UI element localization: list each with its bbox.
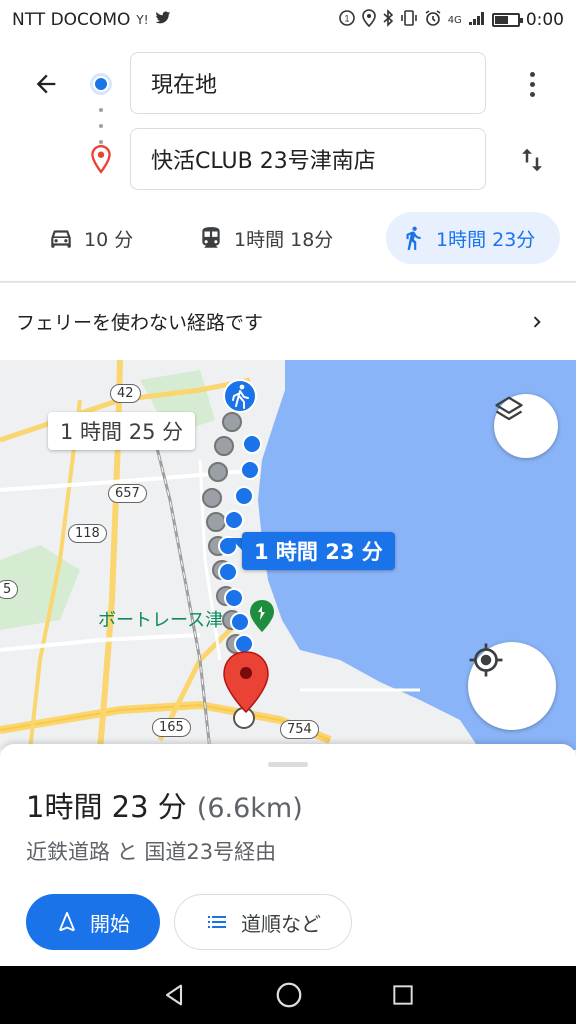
list-icon	[208, 916, 226, 928]
bluetooth-icon	[382, 9, 394, 31]
swap-vertical-icon	[522, 148, 542, 172]
ferry-notice[interactable]: フェリーを使わない経路です	[0, 282, 576, 360]
arrow-back-icon	[36, 74, 56, 94]
road-sign: 165	[152, 718, 191, 737]
location-icon	[361, 9, 376, 31]
route-duration: 1時間 23 分 (6.6km)	[26, 784, 303, 826]
tab-transit[interactable]: 1時間 18分	[184, 212, 347, 264]
vibrate-icon	[400, 9, 418, 31]
svg-text:1: 1	[344, 14, 349, 24]
walk-icon	[406, 226, 421, 250]
tab-walk-label: 1時間 23分	[436, 228, 536, 251]
my-location-icon	[469, 643, 503, 677]
clock: 0:00	[525, 10, 564, 30]
route-dots-icon	[99, 108, 103, 144]
route-summary-sheet[interactable]: 1時間 23 分 (6.6km) 近鉄道路 と 国道23号経由 開始 道順など	[0, 744, 576, 966]
ferry-notice-text: フェリーを使わない経路です	[16, 312, 264, 334]
steps-button[interactable]: 道順など	[174, 894, 352, 950]
car-icon	[51, 230, 71, 248]
steps-button-label: 道順など	[241, 911, 321, 936]
road-sign: 657	[108, 484, 147, 503]
yahoo-icon: Y!	[136, 13, 149, 27]
walk-start-marker	[223, 379, 257, 413]
alarm-icon	[424, 9, 442, 31]
destination-field[interactable]: 快活CLUB 23号津南店	[130, 128, 486, 190]
status-bar: NTT DOCOMO Y! 1 4G 0:00	[0, 0, 576, 40]
route-via: 近鉄道路 と 国道23号経由	[26, 840, 277, 864]
route-duration-label[interactable]: 1 時間 23 分	[242, 532, 395, 570]
battery-level	[494, 16, 508, 24]
twitter-icon	[155, 11, 171, 29]
carrier-name: NTT DOCOMO	[12, 10, 131, 30]
layers-button[interactable]	[494, 394, 558, 458]
alt-route-duration-label[interactable]: 1 時間 25 分	[48, 412, 196, 450]
navigation-icon	[59, 911, 75, 932]
tab-car[interactable]: 10 分	[34, 212, 147, 264]
layers-icon	[495, 396, 523, 421]
chevron-right-icon	[533, 316, 541, 328]
more-options-icon[interactable]	[514, 66, 550, 102]
destination-pin-icon	[88, 144, 114, 174]
back-button[interactable]	[26, 64, 66, 104]
road-sign: 42	[110, 384, 141, 403]
route-distance: (6.6km)	[196, 793, 303, 824]
travel-mode-tabs: 10 分 1時間 18分 1時間 23分	[0, 212, 576, 266]
network-type: 4G	[447, 14, 462, 26]
system-nav-bar	[0, 966, 576, 1024]
road-sign: 118	[68, 524, 107, 543]
swap-button[interactable]	[512, 140, 552, 180]
tab-car-label: 10 分	[84, 228, 134, 251]
nav-back-icon[interactable]	[160, 981, 188, 1009]
nav-recents-icon[interactable]	[390, 982, 416, 1008]
start-button[interactable]: 開始	[26, 894, 160, 950]
origin-dot-icon	[90, 73, 112, 95]
my-location-button[interactable]	[468, 642, 556, 730]
sheet-handle[interactable]	[268, 762, 308, 767]
origin-field[interactable]: 現在地	[130, 52, 486, 114]
carrier-group: NTT DOCOMO Y!	[12, 10, 171, 30]
poi-label[interactable]: ボートレース津	[98, 606, 223, 632]
route-duration-text: 1時間 23 分	[26, 790, 187, 824]
signal-icon	[468, 10, 486, 30]
directions-header: 現在地 快活CLUB 23号津南店 10 分 1時間 18分 1時間 23分	[0, 40, 576, 282]
status-icons: 1 4G 0:00	[338, 9, 564, 31]
data-saver-icon: 1	[338, 9, 356, 31]
tab-transit-label: 1時間 18分	[234, 228, 334, 251]
start-button-label: 開始	[90, 911, 130, 936]
map-view[interactable]: 1 時間 25 分 1 時間 23 分 ボートレース津 42 657 118 5…	[0, 360, 576, 750]
road-sign: 754	[280, 720, 319, 739]
nav-home-icon[interactable]	[274, 980, 304, 1010]
train-icon	[202, 227, 220, 248]
tab-walk[interactable]: 1時間 23分	[386, 212, 560, 264]
battery-icon	[491, 13, 523, 27]
